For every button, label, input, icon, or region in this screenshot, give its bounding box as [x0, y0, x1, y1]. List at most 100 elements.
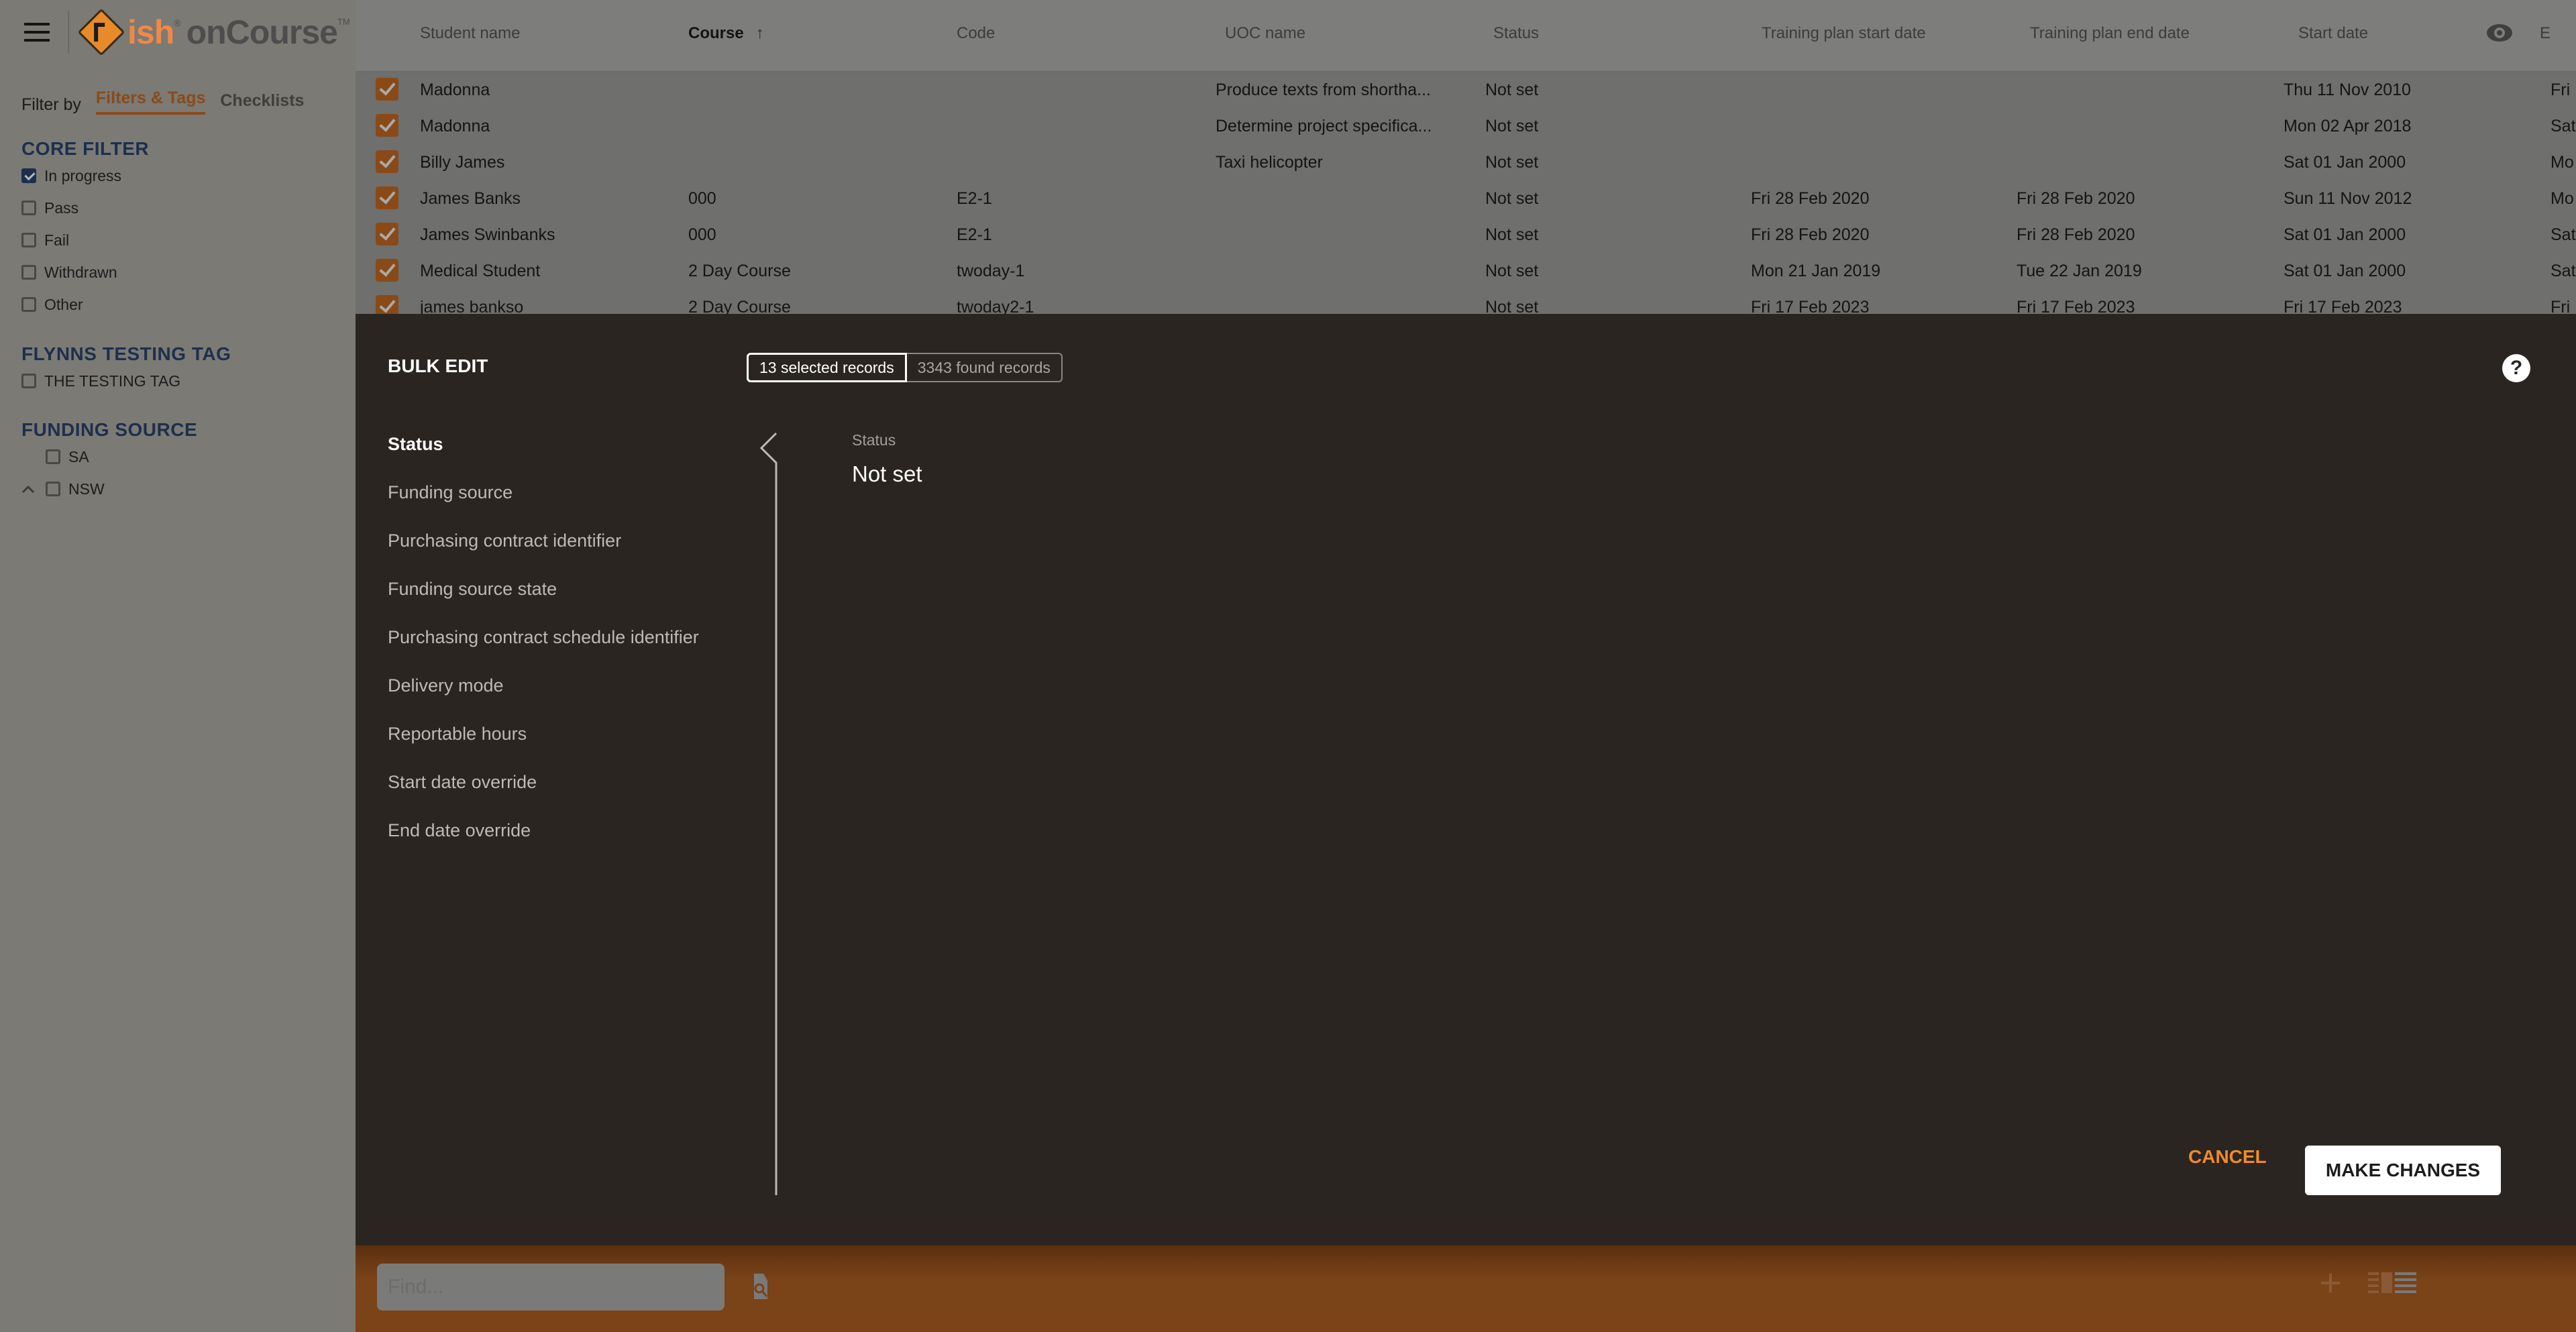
- field-purchasing-contract-schedule-identifier[interactable]: Purchasing contract schedule identifier: [388, 625, 699, 673]
- make-changes-button[interactable]: MAKE CHANGES: [2305, 1146, 2501, 1195]
- cell-course: 2 Day Course: [688, 262, 791, 280]
- column-start-date[interactable]: Start date: [2298, 24, 2368, 43]
- found-records-option[interactable]: 3343 found records: [906, 353, 1063, 382]
- chevron-up-icon[interactable]: [21, 480, 35, 498]
- field-delivery-mode[interactable]: Delivery mode: [388, 673, 699, 722]
- header-divider: [68, 11, 69, 54]
- column-uoc-name[interactable]: UOC name: [1225, 24, 1305, 43]
- field-funding-source[interactable]: Funding source: [388, 480, 699, 529]
- row-checkbox-checked-icon[interactable]: [376, 295, 398, 315]
- selected-records-option[interactable]: 13 selected records: [747, 353, 907, 382]
- filter-pass[interactable]: Pass: [21, 192, 149, 224]
- cell-code: E2-1: [957, 225, 992, 244]
- cell-start-date: Sun 11 Nov 2012: [2284, 189, 2412, 208]
- field-reportable-hours[interactable]: Reportable hours: [388, 722, 699, 770]
- filter-fail[interactable]: Fail: [21, 224, 149, 256]
- column-code[interactable]: Code: [957, 24, 995, 43]
- checkbox-icon[interactable]: [21, 297, 36, 312]
- find-input[interactable]: [377, 1264, 724, 1311]
- column-student-name[interactable]: Student name: [420, 24, 520, 43]
- cell-end-date: Sat: [2551, 225, 2576, 244]
- cell-start-date: Sat 01 Jan 2000: [2284, 262, 2406, 280]
- registered-mark: ®: [174, 17, 181, 28]
- checkbox-icon[interactable]: [46, 449, 60, 464]
- cell-start-date: Sat 01 Jan 2000: [2284, 153, 2406, 172]
- cancel-button[interactable]: CANCEL: [2184, 1146, 2271, 1168]
- checkbox-icon[interactable]: [21, 374, 36, 388]
- funding-source-section: FUNDING SOURCE ^ SA NSW: [21, 419, 197, 505]
- tag-label: SA: [68, 447, 89, 465]
- view-mode-icon[interactable]: [2368, 1272, 2418, 1294]
- records-scope-toggle: 13 selected records 3343 found records: [747, 353, 1063, 382]
- table-header: Student name Course ↑ Code UOC name Statu…: [356, 0, 2576, 72]
- trademark: TM: [337, 16, 350, 27]
- tag-sa[interactable]: ^ SA: [21, 441, 197, 473]
- table-row[interactable]: James Swinbanks 000 E2-1 Not set Fri 28 Feb …: [356, 219, 2576, 255]
- table-row[interactable]: Madonna Determine project specifica... Not…: [356, 110, 2576, 146]
- checkbox-icon[interactable]: [46, 482, 60, 496]
- section-title: CORE FILTER: [21, 138, 150, 159]
- filter-label: Other: [44, 295, 83, 313]
- cell-student-name: james bankso: [420, 298, 524, 315]
- table-row[interactable]: Billy James Taxi helicopter Not set Sat 01 …: [356, 146, 2576, 182]
- tab-filters-tags[interactable]: Filters & Tags: [95, 89, 206, 115]
- cell-start-date: Sat 01 Jan 2000: [2284, 225, 2406, 244]
- row-checkbox-checked-icon[interactable]: [376, 259, 398, 282]
- table-row[interactable]: Medical Student 2 Day Course twoday-1 Not s…: [356, 255, 2576, 291]
- tag-the-testing-tag[interactable]: THE TESTING TAG: [21, 365, 231, 397]
- field-start-date-override[interactable]: Start date override: [388, 770, 699, 818]
- cell-student-name: Madonna: [420, 117, 490, 135]
- help-icon[interactable]: ?: [2502, 354, 2530, 382]
- cell-start-date: Thu 11 Nov 2010: [2284, 80, 2411, 99]
- table-row[interactable]: Madonna Produce texts from shortha... Not …: [356, 74, 2576, 110]
- row-checkbox-checked-icon[interactable]: [376, 186, 398, 209]
- add-icon[interactable]: [2320, 1272, 2341, 1294]
- cell-status: Not set: [1485, 262, 1539, 280]
- cell-training-plan-end: Fri 17 Feb 2023: [2017, 298, 2135, 315]
- eye-icon[interactable]: [2486, 23, 2513, 43]
- filter-label: Withdrawn: [44, 263, 117, 281]
- tag-nsw[interactable]: NSW: [21, 473, 197, 505]
- checkbox-checked-icon[interactable]: [21, 168, 36, 183]
- column-course[interactable]: Course ↑: [688, 24, 764, 43]
- checkbox-icon[interactable]: [21, 233, 36, 247]
- column-training-plan-end[interactable]: Training plan end date: [2030, 24, 2190, 43]
- row-checkbox-checked-icon[interactable]: [376, 78, 398, 101]
- cell-training-plan-start: Fri 28 Feb 2020: [1751, 225, 1870, 244]
- cell-course: 000: [688, 189, 716, 208]
- column-end-date[interactable]: E: [2540, 24, 2551, 43]
- row-checkbox-checked-icon[interactable]: [376, 150, 398, 173]
- column-status[interactable]: Status: [1493, 24, 1539, 43]
- advanced-search-icon[interactable]: [753, 1274, 769, 1300]
- filter-label: In progress: [44, 166, 122, 184]
- table-row[interactable]: james bankso 2 Day Course twoday2-1 Not set…: [356, 291, 2576, 315]
- field-status[interactable]: Status: [388, 432, 699, 480]
- row-checkbox-checked-icon[interactable]: [376, 114, 398, 137]
- cell-training-plan-end: Tue 22 Jan 2019: [2017, 262, 2142, 280]
- filter-by-tabs: Filter by Filters & Tags Checklists: [21, 89, 304, 115]
- cell-status: Not set: [1485, 298, 1539, 315]
- field-purchasing-contract-identifier[interactable]: Purchasing contract identifier: [388, 529, 699, 577]
- section-title: FUNDING SOURCE: [21, 419, 198, 440]
- cell-uoc-name: Determine project specifica...: [1216, 117, 1432, 135]
- table-row[interactable]: James Banks 000 E2-1 Not set Fri 28 Feb 2020…: [356, 182, 2576, 219]
- cell-training-plan-start: Mon 21 Jan 2019: [1751, 262, 1881, 280]
- cell-code: E2-1: [957, 189, 992, 208]
- status-value-select[interactable]: Not set: [852, 461, 922, 487]
- cell-end-date: Sat: [2551, 262, 2576, 280]
- cell-end-date: Fri: [2551, 80, 2571, 99]
- menu-icon[interactable]: [24, 23, 50, 42]
- cell-student-name: Medical Student: [420, 262, 541, 280]
- filter-other[interactable]: Other: [21, 288, 149, 321]
- column-training-plan-start[interactable]: Training plan start date: [1762, 24, 1926, 43]
- logo-ish: ish: [127, 13, 174, 51]
- checkbox-icon[interactable]: [21, 265, 36, 280]
- filter-in-progress[interactable]: In progress: [21, 160, 149, 192]
- field-funding-source-state[interactable]: Funding source state: [388, 577, 699, 625]
- checkbox-icon[interactable]: [21, 201, 36, 215]
- tab-checklists[interactable]: Checklists: [220, 91, 304, 115]
- field-end-date-override[interactable]: End date override: [388, 818, 699, 867]
- cell-status: Not set: [1485, 225, 1539, 244]
- filter-withdrawn[interactable]: Withdrawn: [21, 256, 149, 288]
- row-checkbox-checked-icon[interactable]: [376, 223, 398, 245]
